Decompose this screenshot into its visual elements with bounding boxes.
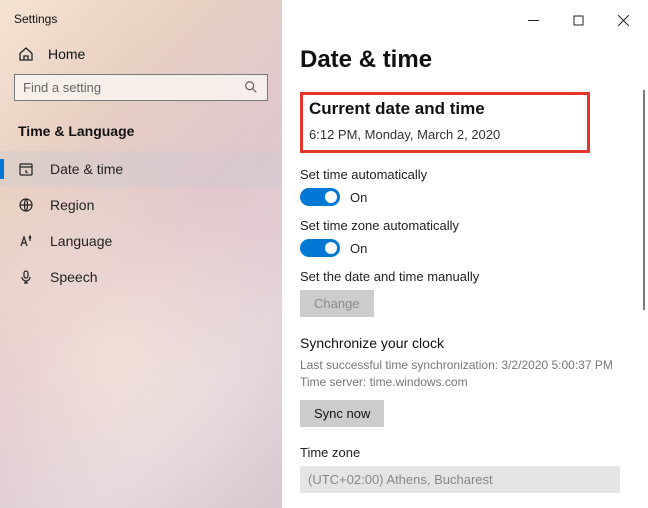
sync-server: Time server: time.windows.com xyxy=(300,374,630,391)
minimize-button[interactable] xyxy=(511,6,556,34)
nav-label: Date & time xyxy=(50,161,123,177)
sync-now-button[interactable]: Sync now xyxy=(300,400,384,427)
nav-date-time[interactable]: Date & time xyxy=(0,151,282,187)
microphone-icon xyxy=(18,269,34,285)
auto-tz-state: On xyxy=(350,241,367,256)
nav-label: Region xyxy=(50,197,94,213)
sync-heading: Synchronize your clock xyxy=(300,335,630,351)
page-title: Date & time xyxy=(300,46,630,74)
category-heading: Time & Language xyxy=(0,117,282,151)
sidebar: Settings Home Time & Language Date & tim… xyxy=(0,0,282,508)
tz-heading: Time zone xyxy=(300,445,630,460)
home-nav[interactable]: Home xyxy=(0,40,282,74)
auto-time-state: On xyxy=(350,190,367,205)
language-icon xyxy=(18,233,34,249)
current-datetime-box: Current date and time 6:12 PM, Monday, M… xyxy=(300,92,590,153)
globe-icon xyxy=(18,197,34,213)
nav-region[interactable]: Region xyxy=(0,187,282,223)
auto-time-label: Set time automatically xyxy=(300,167,630,182)
close-button[interactable] xyxy=(601,6,646,34)
change-button: Change xyxy=(300,290,374,317)
auto-time-toggle[interactable] xyxy=(300,188,340,206)
home-label: Home xyxy=(48,46,85,62)
current-value: 6:12 PM, Monday, March 2, 2020 xyxy=(309,127,579,142)
current-heading: Current date and time xyxy=(309,99,579,119)
nav-speech[interactable]: Speech xyxy=(0,259,282,295)
main-content: Date & time Current date and time 6:12 P… xyxy=(282,0,648,508)
auto-tz-toggle[interactable] xyxy=(300,239,340,257)
search-icon xyxy=(244,80,258,94)
scrollbar[interactable] xyxy=(643,90,645,310)
search-input[interactable] xyxy=(14,74,268,101)
clock-icon xyxy=(18,161,34,177)
manual-label: Set the date and time manually xyxy=(300,269,630,284)
auto-tz-label: Set time zone automatically xyxy=(300,218,630,233)
nav-label: Speech xyxy=(50,269,97,285)
sync-last: Last successful time synchronization: 3/… xyxy=(300,357,630,374)
nav-label: Language xyxy=(50,233,112,249)
app-title: Settings xyxy=(0,8,282,40)
home-icon xyxy=(18,46,34,62)
nav-language[interactable]: Language xyxy=(0,223,282,259)
tz-select[interactable]: (UTC+02:00) Athens, Bucharest xyxy=(300,466,620,493)
maximize-button[interactable] xyxy=(556,6,601,34)
titlebar xyxy=(282,6,648,34)
